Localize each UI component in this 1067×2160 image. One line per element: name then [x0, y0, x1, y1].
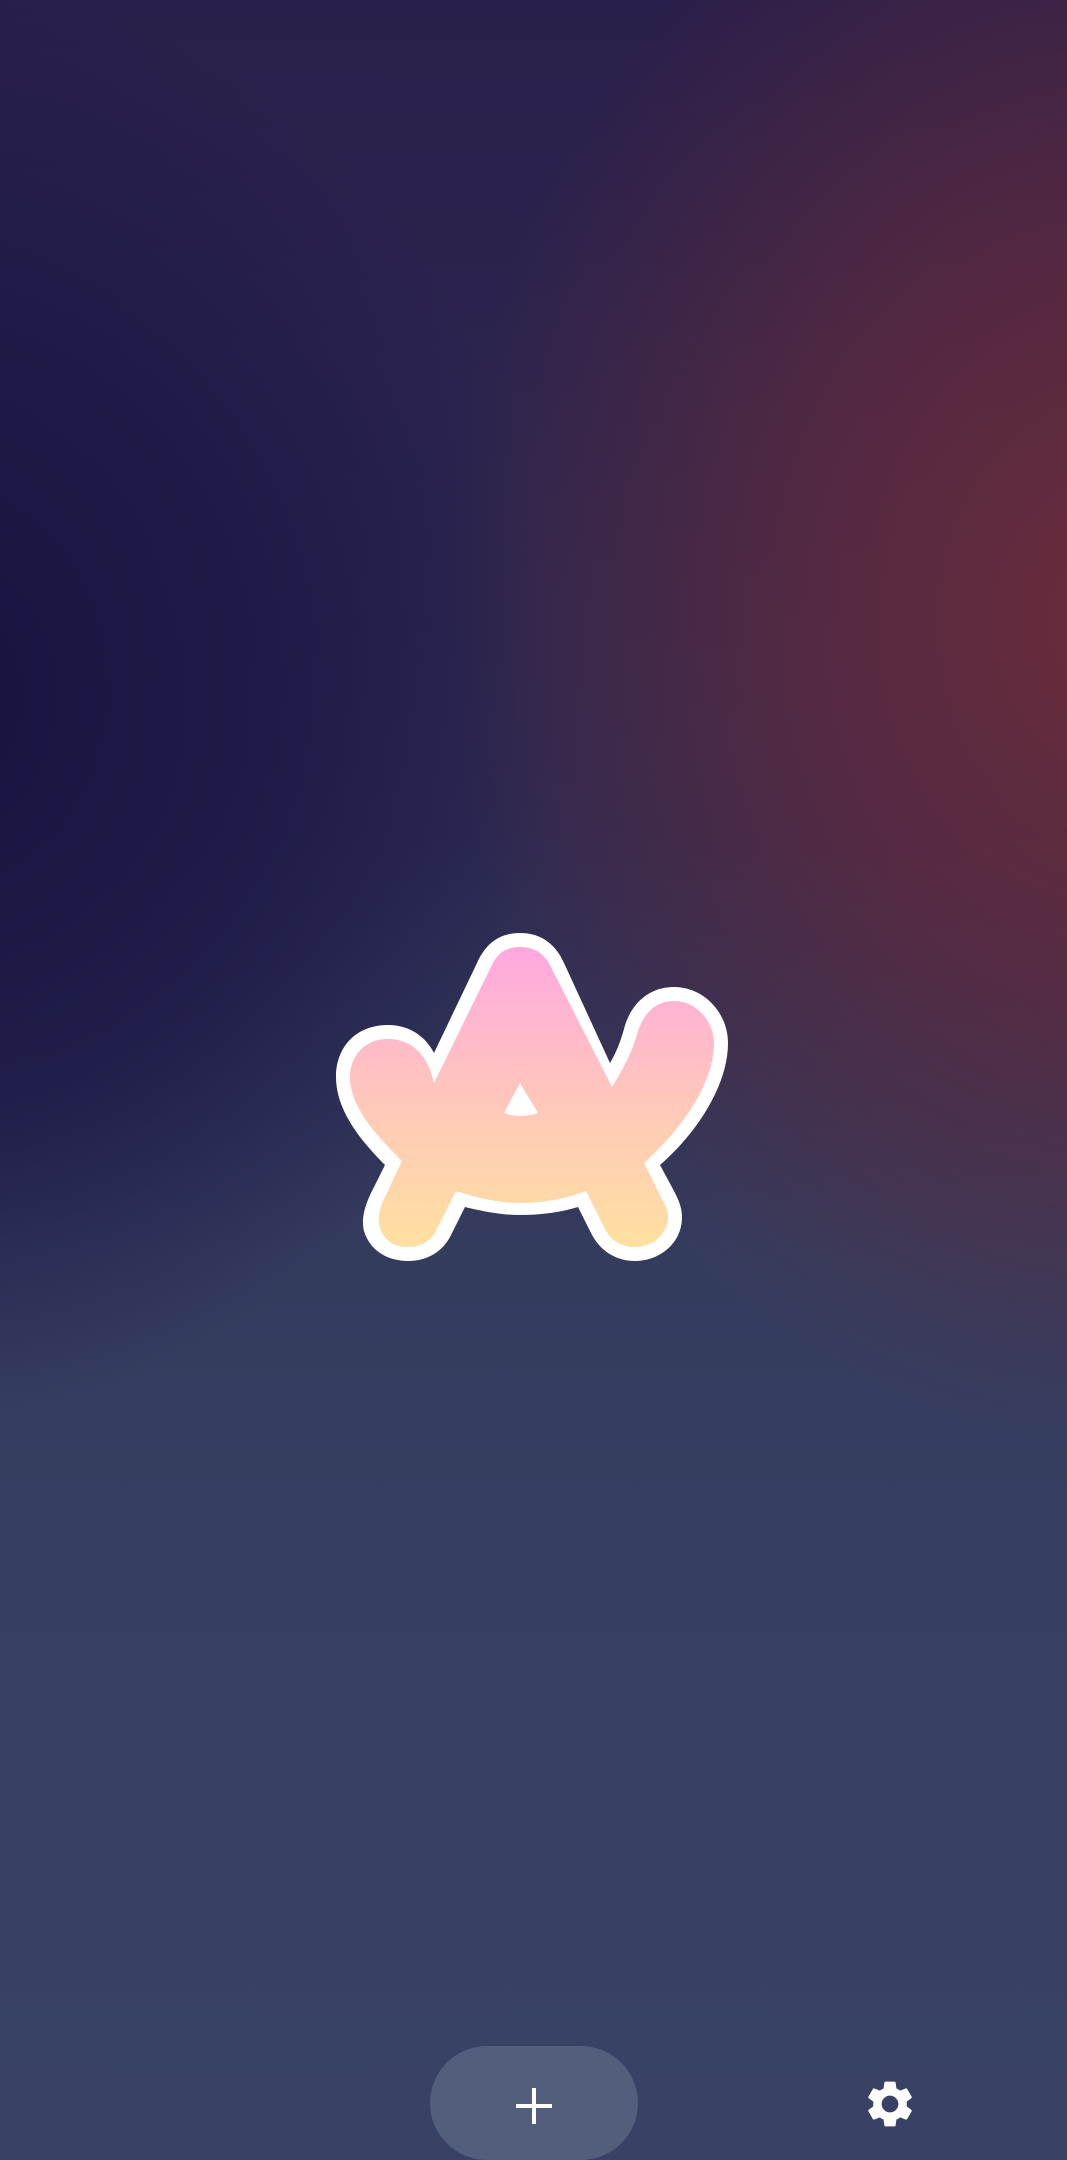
- add-icon-name: plus-icon: [534, 2046, 535, 2047]
- app-logo: [336, 933, 728, 1261]
- gear-icon: [868, 2081, 912, 2127]
- add-button[interactable]: plus-icon: [430, 2046, 638, 2160]
- plus-icon: [516, 2088, 552, 2124]
- settings-button[interactable]: gear-icon: [858, 2072, 922, 2136]
- home-screen: plus-icon gear-icon: [0, 0, 1067, 2160]
